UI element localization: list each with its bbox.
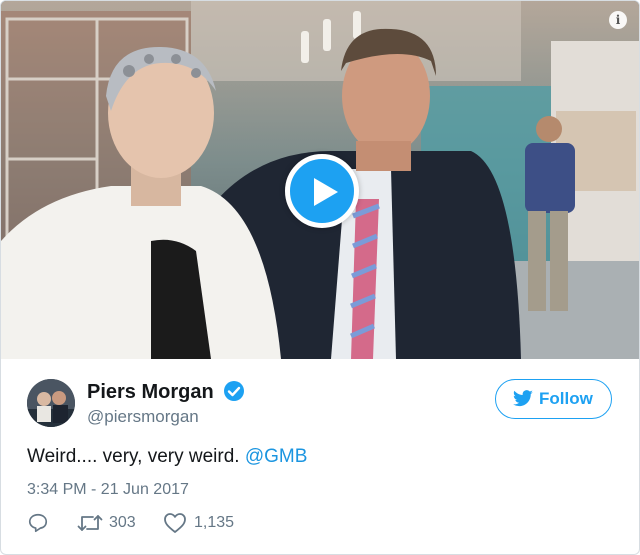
avatar-image xyxy=(27,379,75,427)
tweet-body: Piers Morgan @piersmorgan Follow Weird..… xyxy=(1,359,639,554)
retweet-button[interactable]: 303 xyxy=(77,512,147,536)
tweet-text: Weird.... very, very weird. @GMB xyxy=(27,446,307,468)
twitter-bird-icon xyxy=(513,390,533,407)
tweet-timestamp[interactable]: 3:34 PM - 21 Jun 2017 xyxy=(27,481,189,499)
info-icon[interactable]: i xyxy=(609,11,627,29)
display-name[interactable]: Piers Morgan xyxy=(87,381,214,404)
video-preview[interactable]: i xyxy=(1,1,639,359)
heart-icon xyxy=(164,513,186,533)
embedded-tweet-card: i Piers Morgan @piersmorgan Follow Weird… xyxy=(0,0,640,555)
follow-label: Follow xyxy=(539,389,593,408)
tweet-text-body: Weird.... very, very weird. xyxy=(27,446,245,467)
retweet-icon xyxy=(77,515,103,531)
reply-icon xyxy=(28,513,48,533)
verified-badge-icon xyxy=(224,381,244,401)
user-handle[interactable]: @piersmorgan xyxy=(87,407,199,427)
like-button[interactable]: 1,135 xyxy=(163,512,253,536)
like-count: 1,135 xyxy=(194,514,235,531)
follow-button[interactable]: Follow xyxy=(495,379,612,419)
play-button[interactable] xyxy=(285,154,359,228)
retweet-count: 303 xyxy=(109,514,136,531)
mention-link[interactable]: @GMB xyxy=(245,446,308,467)
play-icon xyxy=(314,178,338,206)
reply-button[interactable] xyxy=(27,512,51,536)
avatar[interactable] xyxy=(27,379,75,427)
